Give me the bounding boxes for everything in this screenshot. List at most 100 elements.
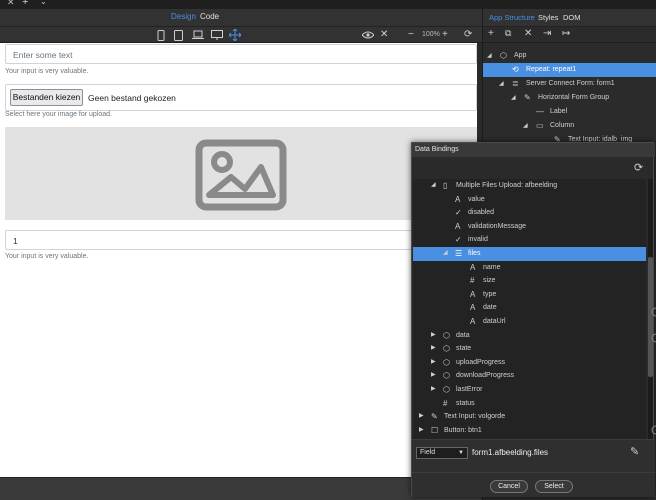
- check-icon: ✓: [455, 235, 462, 245]
- chevron-down-icon[interactable]: ⌄: [40, 0, 47, 6]
- dialog-buttons: Cancel Select: [412, 472, 655, 498]
- device-toolbar: ✕ − 100% + ⟳: [0, 27, 482, 43]
- text-icon: A: [455, 194, 461, 204]
- pencil-icon: ✎: [524, 93, 531, 102]
- tree-node[interactable]: ◢ ✎ Horizontal Form Group: [483, 91, 656, 105]
- binding-expression[interactable]: form1.afbeelding.files: [472, 448, 548, 457]
- expand-arrow-icon[interactable]: ▶: [431, 356, 436, 370]
- expand-arrow-icon[interactable]: ▶: [431, 329, 436, 343]
- edge-handles[interactable]: [648, 300, 656, 440]
- indent-icon[interactable]: ⇥: [543, 28, 551, 39]
- select-button[interactable]: Select: [535, 480, 573, 493]
- cancel-button[interactable]: Cancel: [490, 480, 528, 493]
- cube-icon: ⬡: [500, 51, 507, 60]
- tablet-icon[interactable]: [174, 30, 183, 41]
- binding-node[interactable]: # size: [413, 274, 646, 288]
- tree-node[interactable]: ◢ ≣ Server Connect Form: form1: [483, 77, 656, 91]
- binding-node[interactable]: AvalidationMessage: [413, 220, 646, 234]
- text-icon: A: [455, 221, 461, 231]
- binding-node[interactable]: ▶ ⬡ state: [413, 342, 646, 356]
- binding-node-label: uploadProgress: [456, 358, 506, 366]
- phone-icon[interactable]: [157, 30, 165, 41]
- tree-node[interactable]: — Label: [483, 105, 656, 119]
- binding-node-label: dataUrl: [483, 318, 506, 325]
- close-icon[interactable]: ✕: [380, 29, 388, 41]
- order-input[interactable]: 1: [5, 230, 477, 250]
- binding-node[interactable]: Aname: [413, 261, 646, 275]
- expand-arrow-icon[interactable]: ◢: [523, 119, 528, 133]
- expand-arrow-icon[interactable]: ▶: [431, 383, 436, 397]
- image-placeholder: [5, 127, 477, 220]
- close-tab-icon[interactable]: ✕: [7, 0, 15, 8]
- add-tab-icon[interactable]: +: [22, 0, 28, 8]
- expand-arrow-icon[interactable]: ▶: [431, 369, 436, 383]
- binding-node[interactable]: ▶ ⬡ uploadProgress: [413, 356, 646, 370]
- repeat-icon: ⟲: [512, 65, 519, 74]
- number-icon: #: [443, 398, 448, 408]
- binding-node[interactable]: ▶ ⬡ downloadProgress: [413, 369, 646, 383]
- collapse-arrow-icon[interactable]: ◢: [443, 247, 448, 261]
- tree-node[interactable]: ◢ ⬡ App: [483, 49, 656, 63]
- cube-icon: ⬡: [443, 344, 450, 354]
- binding-node[interactable]: ◢ ▯ Multiple Files Upload: afbeelding: [413, 179, 646, 193]
- tree-node-label: Horizontal Form Group: [538, 94, 610, 101]
- tree-node[interactable]: ◢ ▭ Column: [483, 119, 656, 133]
- binding-node[interactable]: # status: [413, 397, 646, 411]
- zoom-level: 100%: [422, 31, 440, 38]
- expand-arrow-icon[interactable]: ▶: [431, 342, 436, 356]
- laptop-icon[interactable]: [192, 30, 204, 40]
- refresh-icon[interactable]: ⟳: [634, 161, 643, 174]
- binding-node[interactable]: ◢ ☰ files: [413, 247, 646, 261]
- tab-code[interactable]: Code: [200, 12, 219, 21]
- structure-toolbar: + ⧉ ✕ ⇥ ↦: [483, 27, 656, 43]
- window-tab-strip: ✕ + ⌄: [0, 0, 656, 9]
- tab-dom[interactable]: DOM: [563, 13, 581, 22]
- tab-app-structure[interactable]: App Structure: [489, 13, 535, 22]
- binding-node[interactable]: Atype: [413, 288, 646, 302]
- panel-edge-controls: [648, 300, 656, 440]
- eye-icon[interactable]: [362, 31, 374, 39]
- tree-node[interactable]: ⟲ Repeat: repeat1: [483, 63, 656, 77]
- zoom-in-icon[interactable]: +: [442, 29, 448, 41]
- check-icon: ✓: [455, 208, 462, 218]
- expand-arrow-icon[interactable]: ▶: [419, 410, 424, 424]
- binding-node[interactable]: ▶ ⬡ data: [413, 329, 646, 343]
- delete-icon[interactable]: ✕: [524, 28, 532, 39]
- binding-node[interactable]: Adate: [413, 301, 646, 315]
- binding-node-label: status: [456, 399, 475, 407]
- magic-wand-icon[interactable]: ✎: [630, 445, 639, 458]
- refresh-icon[interactable]: ⟳: [464, 29, 472, 41]
- field-type-select[interactable]: Field ▼: [416, 447, 468, 459]
- expand-arrow-icon[interactable]: ◢: [487, 49, 492, 63]
- binding-node[interactable]: ▶ ⬡ lastError: [413, 383, 646, 397]
- file-help: Select here your image for upload.: [5, 111, 113, 118]
- collapse-arrow-icon[interactable]: ◢: [431, 179, 436, 193]
- tab-styles[interactable]: Styles: [538, 13, 558, 22]
- binding-node-label: validationMessage: [468, 222, 526, 230]
- expand-arrow-icon[interactable]: ◢: [511, 91, 516, 105]
- cube-icon: ⬡: [443, 357, 450, 367]
- copy-icon[interactable]: ⧉: [505, 28, 511, 39]
- tab-design[interactable]: Design: [171, 12, 196, 21]
- binding-node[interactable]: AdataUrl: [413, 315, 646, 329]
- tree-node-label: App: [514, 52, 527, 59]
- text-input[interactable]: Enter some text: [5, 44, 477, 64]
- status-bar: [0, 477, 482, 500]
- square-icon: ☐: [431, 425, 439, 435]
- binding-node[interactable]: ▶ ☐ Button: btn1: [413, 424, 646, 438]
- binding-node[interactable]: ✓ disabled: [413, 206, 646, 220]
- expand-arrow-icon[interactable]: ◢: [499, 77, 504, 91]
- move-icon[interactable]: [229, 29, 241, 41]
- cube-icon: ⬡: [443, 371, 450, 381]
- outdent-icon[interactable]: ↦: [562, 28, 570, 39]
- choose-files-button[interactable]: Bestanden kiezen: [10, 89, 83, 106]
- design-canvas: Enter some text Your input is very valua…: [0, 43, 477, 477]
- desktop-icon[interactable]: [211, 30, 223, 40]
- binding-node[interactable]: ▶ ✎ Text Input: volgorde: [413, 410, 646, 424]
- expand-arrow-icon[interactable]: ▶: [419, 424, 424, 438]
- add-icon[interactable]: +: [488, 28, 494, 39]
- binding-node[interactable]: ✓ invalid: [413, 233, 646, 247]
- tree-node-label: Column: [550, 122, 575, 129]
- zoom-out-icon[interactable]: −: [408, 29, 414, 41]
- binding-node[interactable]: Avalue: [413, 193, 646, 207]
